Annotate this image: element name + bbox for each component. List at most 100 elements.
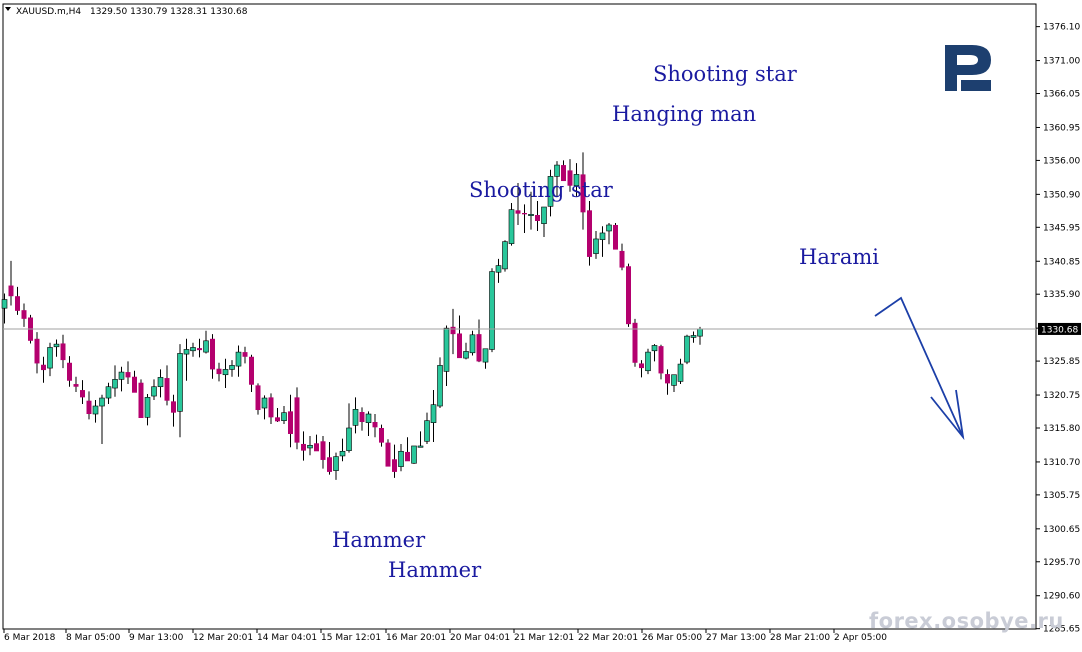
- price-chart[interactable]: 1376.10 1371.00 1366.05 1360.95 1356.00 1350.…: [0, 0, 1082, 648]
- y-tick-label: 1366.05: [1043, 90, 1080, 100]
- candle-body: [157, 377, 164, 388]
- y-tick-label: 1325.85: [1043, 357, 1080, 367]
- x-tick-label: 28 Mar 21:00: [770, 633, 830, 643]
- candle-body: [294, 397, 300, 443]
- y-tick-label: 1356.00: [1043, 156, 1080, 166]
- candle-body: [443, 327, 450, 372]
- chart-canvas: 1376.10 1371.00 1366.05 1360.95 1356.00 1350.…: [1, 3, 1081, 643]
- candle-body: [417, 445, 424, 448]
- candle: [489, 268, 495, 353]
- candle-body: [112, 379, 118, 389]
- candle-body: [476, 334, 482, 362]
- x-tick-label: 2 Apr 05:00: [834, 633, 887, 643]
- x-tick-label: 15 Mar 12:01: [321, 633, 381, 643]
- x-tick-label: 8 Mar 05:00: [66, 633, 121, 643]
- annotation-shooting-star-top: Shooting star: [653, 62, 798, 86]
- candle-body: [489, 271, 495, 350]
- y-tick-label: 1340.85: [1043, 257, 1080, 267]
- candle-body: [671, 374, 677, 386]
- y-tick-label: 1376.10: [1043, 23, 1080, 33]
- candle-body: [288, 411, 293, 434]
- candle-body: [281, 412, 287, 421]
- x-tick-label: 27 Mar 13:00: [706, 633, 766, 643]
- candle: [613, 222, 618, 250]
- annotation-harami: Harami: [799, 245, 879, 269]
- x-tick-label: 14 Mar 04:01: [257, 633, 317, 643]
- price-axis: 1376.10 1371.00 1366.05 1360.95 1356.00 1350.…: [1036, 23, 1081, 635]
- candle-body: [639, 363, 644, 369]
- candle-body: [430, 404, 437, 423]
- candle-body: [339, 450, 346, 457]
- candle-body: [235, 351, 242, 367]
- y-tick-label: 1295.70: [1043, 558, 1080, 568]
- candle-body: [690, 335, 697, 338]
- candle-body: [385, 442, 391, 467]
- candle-body: [261, 397, 268, 409]
- candle-body: [118, 371, 125, 380]
- y-tick-label: 1320.75: [1043, 391, 1080, 401]
- symbol-label: XAUUSD.m,H4: [16, 7, 81, 17]
- candle-body: [21, 310, 27, 319]
- candle-body: [528, 214, 534, 216]
- candle-body: [645, 351, 651, 372]
- candle: [138, 379, 144, 419]
- candle-body: [593, 238, 599, 254]
- y-tick-label: 1290.60: [1043, 592, 1080, 602]
- candle-body: [53, 343, 60, 348]
- candle-body: [392, 459, 397, 472]
- candle-body: [171, 401, 176, 413]
- candle-body: [275, 417, 280, 422]
- chart-header: XAUUSD.m,H4 1329.50 1330.79 1328.31 1330…: [5, 7, 248, 17]
- candle-body: [508, 209, 515, 244]
- candle-body: [268, 397, 274, 418]
- candle-body: [626, 266, 631, 325]
- candle-body: [651, 345, 658, 352]
- candle-body: [372, 421, 378, 428]
- y-tick-label: 1305.75: [1043, 491, 1080, 501]
- candle-body: [99, 397, 105, 407]
- candle-body: [255, 385, 261, 411]
- candle-body: [15, 296, 20, 311]
- candle-body: [482, 348, 489, 363]
- candle-body: [34, 338, 40, 364]
- candle-body: [327, 457, 332, 472]
- candle-body: [301, 443, 306, 451]
- y-tick-label: 1350.90: [1043, 190, 1080, 200]
- candle-body: [450, 326, 456, 335]
- candle-body: [320, 441, 326, 460]
- x-tick-label: 21 Mar 12:01: [514, 633, 574, 643]
- candle: [502, 240, 508, 272]
- candle-body: [405, 451, 410, 462]
- y-tick-label: 1310.70: [1043, 458, 1080, 468]
- candle-body: [222, 369, 229, 376]
- candle-body: [554, 164, 560, 177]
- candle-body: [144, 397, 151, 418]
- candle-body: [495, 265, 502, 273]
- time-axis: 6 Mar 2018 8 Mar 05:00 9 Mar 13:00 12 Mar 2…: [3, 629, 887, 643]
- candle-body: [183, 349, 190, 355]
- candle-body: [365, 413, 372, 423]
- candle-body: [210, 338, 215, 370]
- annotation-shooting-star: Shooting star: [469, 178, 614, 202]
- candle-body: [346, 427, 352, 451]
- candle-body: [411, 445, 417, 464]
- y-tick-label: 1300.65: [1043, 525, 1080, 535]
- candle-body: [522, 212, 527, 215]
- candle-body: [658, 346, 664, 374]
- x-tick-label: 20 Mar 04:01: [450, 633, 510, 643]
- candle-body: [242, 352, 248, 357]
- candle-body: [541, 206, 547, 224]
- candle-body: [437, 365, 443, 407]
- y-tick-label: 1315.80: [1043, 424, 1080, 434]
- candle: [411, 445, 417, 464]
- candle-body: [398, 450, 404, 467]
- candle-body: [613, 224, 618, 250]
- annotation-hammer-2: Hammer: [388, 558, 482, 582]
- candle-body: [684, 335, 690, 363]
- candle-body: [67, 362, 72, 381]
- candle-body: [515, 210, 521, 214]
- candle-body: [73, 384, 79, 387]
- candle-body: [587, 210, 592, 257]
- candle-body: [333, 456, 339, 471]
- x-tick-label: 9 Mar 13:00: [129, 633, 184, 643]
